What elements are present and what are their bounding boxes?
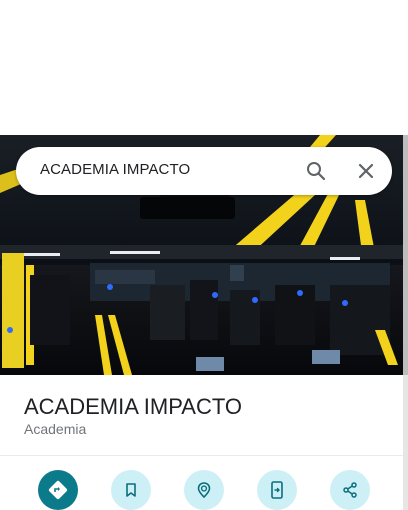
share-icon: [343, 482, 357, 498]
search-bar[interactable]: ACADEMIA IMPACTO: [16, 147, 392, 195]
blank-header-area: [0, 0, 408, 135]
divider: [0, 455, 403, 456]
nearby-icon: [197, 482, 211, 499]
send-to-phone-icon: [271, 481, 283, 499]
share-button[interactable]: [330, 470, 370, 510]
save-button[interactable]: [111, 470, 151, 510]
search-input[interactable]: ACADEMIA IMPACTO: [40, 161, 190, 178]
directions-button[interactable]: [38, 470, 78, 510]
nearby-button[interactable]: [184, 470, 224, 510]
close-icon[interactable]: [354, 159, 378, 183]
send-to-phone-button[interactable]: [257, 470, 297, 510]
scrollbar-thumb[interactable]: [403, 135, 408, 375]
bookmark-icon: [126, 483, 136, 497]
place-category: Academia: [24, 421, 87, 437]
directions-icon: [48, 480, 68, 500]
place-title: ACADEMIA IMPACTO: [24, 394, 243, 419]
search-icon[interactable]: [304, 159, 328, 183]
